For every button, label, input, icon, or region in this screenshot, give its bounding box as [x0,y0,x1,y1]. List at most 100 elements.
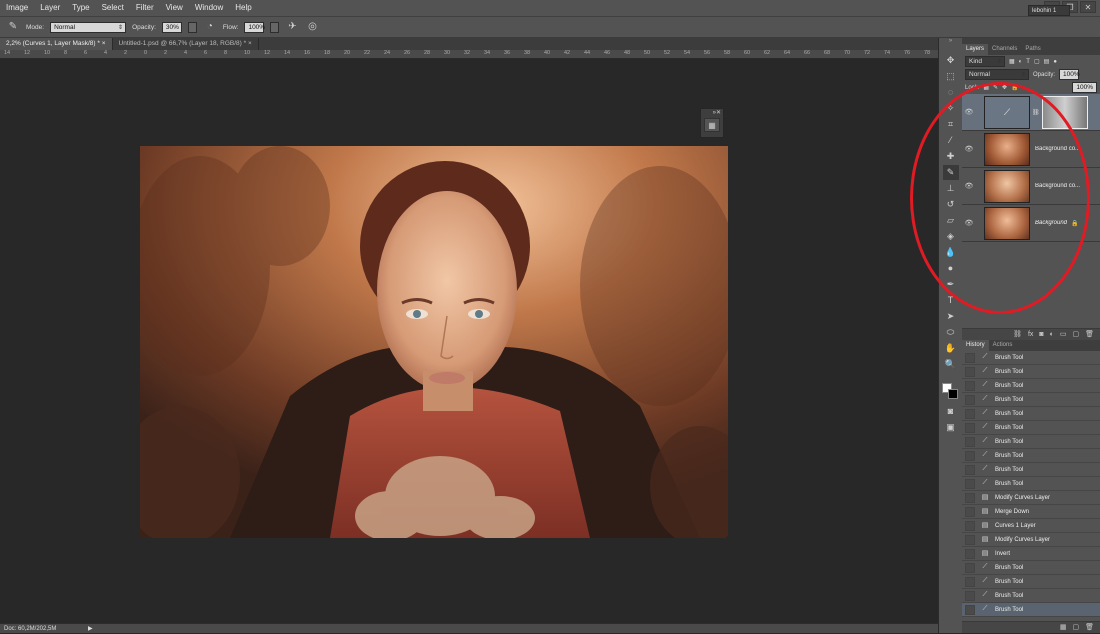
zoom-tool-icon[interactable]: 🔍 [943,357,959,372]
tab-channels[interactable]: Channels [988,44,1021,55]
healing-tool-icon[interactable]: ✚ [943,149,959,164]
history-checkbox[interactable] [965,394,975,405]
new-adjustment-icon[interactable]: ◐ [1050,329,1054,340]
lock-transparent-icon[interactable]: ▦ [983,84,989,91]
menu-view[interactable]: View [160,0,189,16]
mask-link-icon[interactable]: ⛓ [1032,109,1040,116]
link-layers-icon[interactable]: ⛓ [1013,329,1022,340]
airbrush-icon[interactable]: ✈ [285,20,299,34]
ellipse-tool-icon[interactable]: ⬭ [943,325,959,340]
history-item[interactable]: ⟋ Brush Tool [962,463,1100,477]
history-checkbox[interactable] [965,590,975,601]
history-checkbox[interactable] [965,478,975,489]
layer-opacity-input[interactable]: 100% [1059,69,1080,80]
layer-mask-thumbnail[interactable] [1041,95,1088,129]
menu-type[interactable]: Type [66,0,95,16]
eraser-tool-icon[interactable]: ▱ [943,213,959,228]
history-item[interactable]: ⟋ Brush Tool [962,379,1100,393]
visibility-eye-icon[interactable]: 👁 [962,145,976,153]
pressure-opacity-icon[interactable]: ◔ [203,20,217,34]
magic-wand-tool-icon[interactable]: ✧ [943,101,959,116]
new-snapshot-icon[interactable]: ▢ [1072,622,1079,633]
history-item[interactable]: ⟋ Brush Tool [962,589,1100,603]
tab-paths[interactable]: Paths [1021,44,1044,55]
history-checkbox[interactable] [965,380,975,391]
history-brush-tool-icon[interactable]: ↺ [943,197,959,212]
new-group-icon[interactable]: ▭ [1060,329,1067,340]
properties-icon[interactable]: ▦ [704,118,720,132]
menu-select[interactable]: Select [96,0,130,16]
menu-layer[interactable]: Layer [34,0,66,16]
new-document-from-state-icon[interactable]: ▦ [1060,622,1067,633]
add-mask-icon[interactable]: ◙ [1039,329,1043,340]
flow-dropdown-icon[interactable] [270,21,280,33]
blur-tool-icon[interactable]: 💧 [943,245,959,260]
filter-type-icon[interactable]: T [1026,59,1030,65]
history-checkbox[interactable] [965,492,975,503]
layer-style-icon[interactable]: fx [1028,329,1033,340]
history-checkbox[interactable] [965,464,975,475]
layer-row-background-copy-2[interactable]: 👁 Background co... [962,131,1100,168]
history-item[interactable]: ▤ Modify Curves Layer [962,533,1100,547]
move-tool-icon[interactable]: ✥ [943,53,959,68]
filter-kind-select[interactable]: Kind [965,56,1005,67]
history-item[interactable]: ⟋ Brush Tool [962,575,1100,589]
history-checkbox[interactable] [965,450,975,461]
blend-mode-select[interactable]: Normal [965,69,1029,80]
panel-collapse-icon[interactable]: »✕ [701,109,723,116]
history-item[interactable]: ⟋ Brush Tool [962,393,1100,407]
tab-close-icon[interactable]: × [102,40,106,47]
history-item[interactable]: ▤ Modify Curves Layer [962,491,1100,505]
filter-toggle-icon[interactable]: ● [1053,59,1057,65]
history-item[interactable]: ⟋ Brush Tool [962,351,1100,365]
filter-smart-icon[interactable]: ▤ [1044,58,1050,65]
type-tool-icon[interactable]: T [943,293,959,308]
quick-mask-icon[interactable]: ◙ [943,404,959,419]
delete-state-icon[interactable]: 🗑 [1085,622,1094,633]
workspace-select[interactable]: lebohin 1 [1028,5,1070,16]
history-item[interactable]: ▤ Merge Down [962,505,1100,519]
flow-input[interactable]: 100% [244,21,265,33]
visibility-eye-icon[interactable]: 👁 [962,108,976,116]
history-item[interactable]: ⟋ Brush Tool [962,365,1100,379]
eyedropper-tool-icon[interactable]: ⁄ [943,133,959,148]
tab-document-2[interactable]: Untitled-1.psd @ 66,7% (Layer 18, RGB/8)… [113,38,259,50]
history-item[interactable]: ⟋ Brush Tool [962,407,1100,421]
history-item[interactable]: ▤ Curves 1 Layer [962,519,1100,533]
history-checkbox[interactable] [965,604,975,615]
filter-pixel-icon[interactable]: ▦ [1009,58,1015,65]
menu-help[interactable]: Help [229,0,257,16]
document-image[interactable] [140,146,728,538]
visibility-eye-icon[interactable]: 👁 [962,182,976,190]
tab-close-icon[interactable]: × [248,40,252,47]
tab-layers[interactable]: Layers [962,44,989,55]
marquee-tool-icon[interactable]: ⬚ [943,69,959,84]
filter-adjustment-icon[interactable]: ◐ [1019,59,1023,65]
layer-row-curves[interactable]: 👁 ⟋ ⛓ [962,94,1100,131]
layer-row-background-copy[interactable]: 👁 Background co... [962,168,1100,205]
visibility-eye-icon[interactable]: 👁 [962,219,976,227]
history-item[interactable]: ⟋ Brush Tool [962,421,1100,435]
lock-all-icon[interactable]: 🔒 [1011,84,1018,91]
opacity-dropdown-icon[interactable] [187,21,197,33]
history-checkbox[interactable] [965,520,975,531]
toolbar-collapse-icon[interactable]: » [939,38,962,52]
history-checkbox[interactable] [965,422,975,433]
history-checkbox[interactable] [965,436,975,447]
brush-preset-icon[interactable]: ✎ [6,20,20,34]
delete-layer-icon[interactable]: 🗑 [1085,329,1094,340]
history-checkbox[interactable] [965,534,975,545]
crop-tool-icon[interactable]: ⌗ [943,117,959,132]
mode-select[interactable]: Normal [50,21,127,33]
new-layer-icon[interactable]: ▢ [1072,329,1079,340]
lock-position-icon[interactable]: ✥ [1002,84,1007,91]
background-color-swatch[interactable] [948,389,958,399]
tab-document-1[interactable]: 2,2% (Curves 1, Layer Mask/8) * × [0,38,113,50]
opacity-input[interactable]: 30% [161,21,182,33]
tab-actions[interactable]: Actions [989,340,1017,351]
history-item[interactable]: ⟋ Brush Tool [962,603,1100,617]
history-item[interactable]: ⟋ Brush Tool [962,561,1100,575]
lock-pixels-icon[interactable]: ✎ [993,84,998,91]
brush-tool-icon[interactable]: ✎ [942,165,959,180]
history-checkbox[interactable] [965,506,975,517]
